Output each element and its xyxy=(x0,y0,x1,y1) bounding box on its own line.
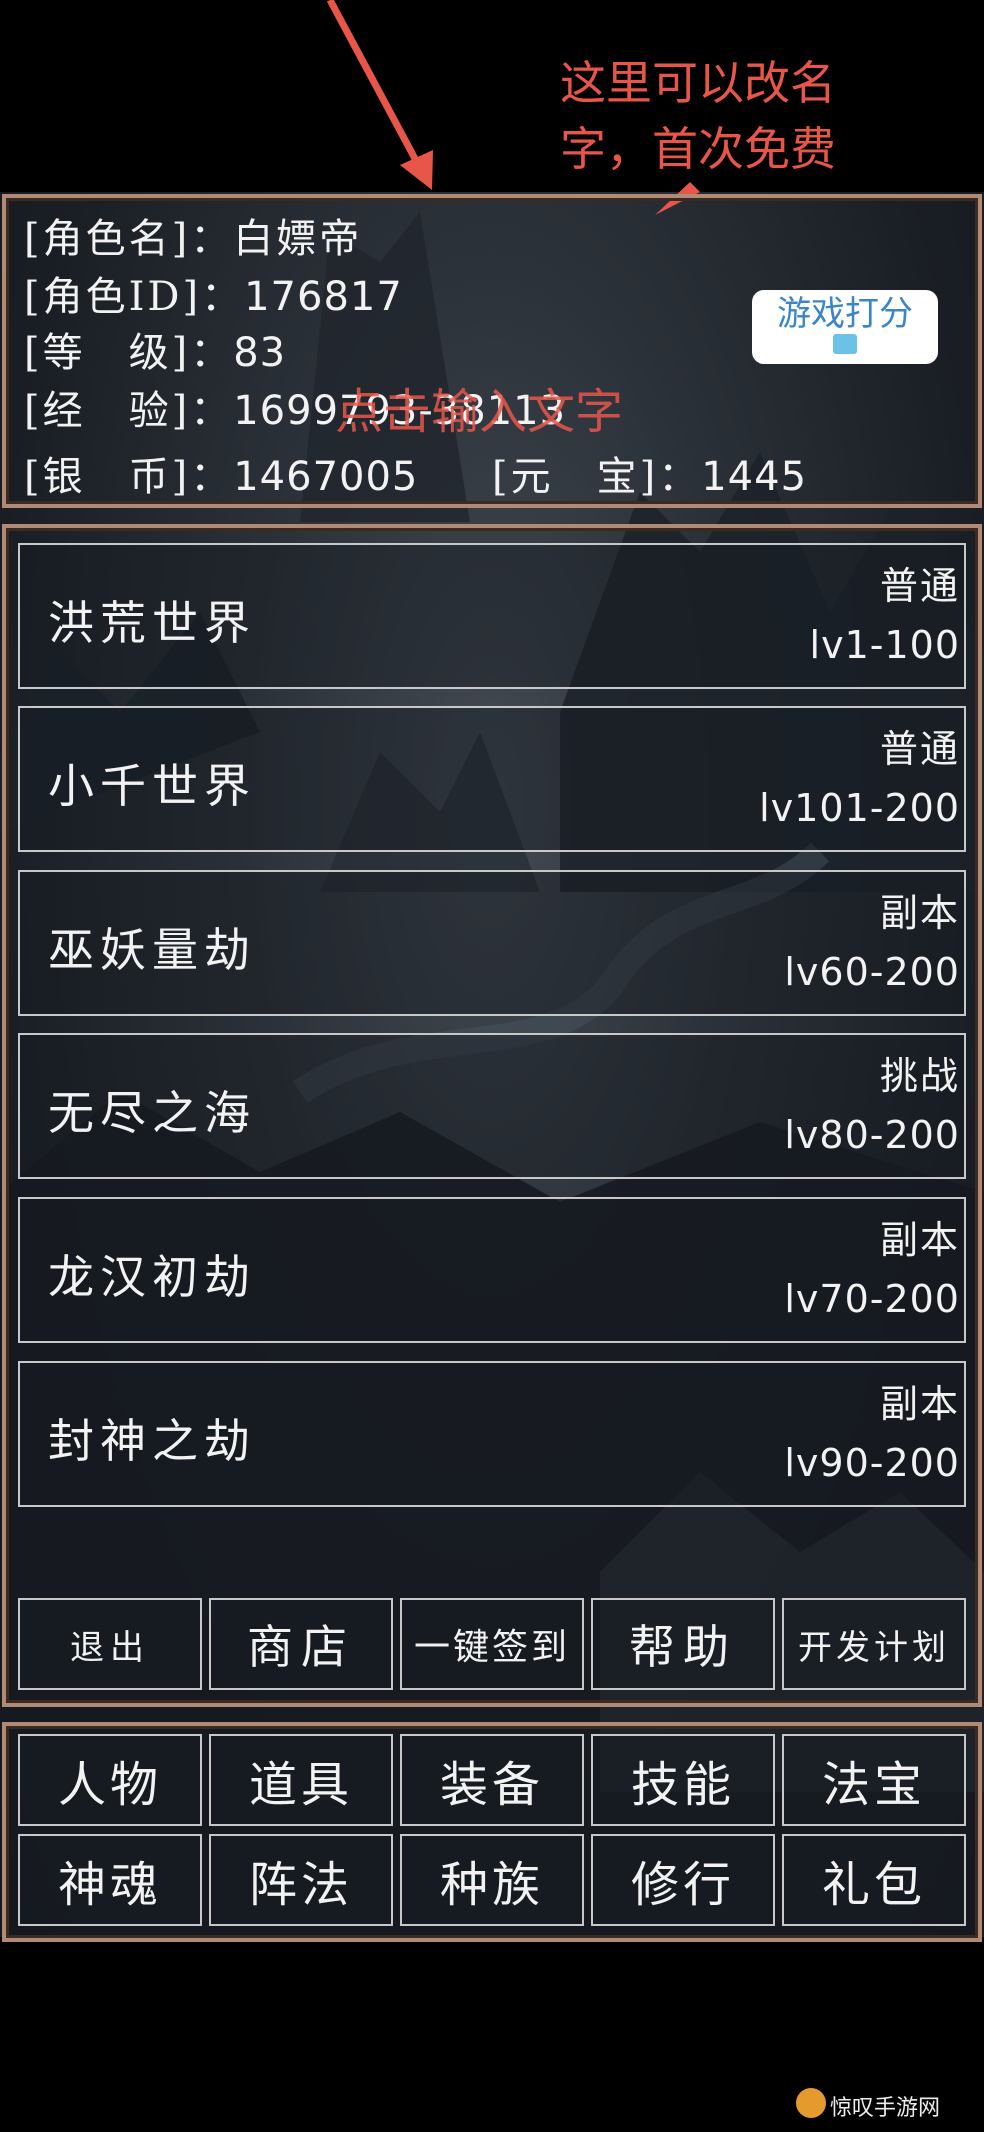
id-label: [角色ID]： xyxy=(24,274,245,320)
world-level-range: lv70-200 xyxy=(784,1277,960,1321)
world-type: 挑战 xyxy=(879,1054,960,1098)
menu-skills[interactable]: 技能 xyxy=(591,1734,775,1826)
world-item-fengshen[interactable]: 封神之劫 副本 lv90-200 xyxy=(18,1361,966,1507)
yuanbao-amount: 1445 xyxy=(701,454,808,500)
menu-gift-pack[interactable]: 礼包 xyxy=(782,1834,966,1926)
world-level-range: lv90-200 xyxy=(784,1441,960,1485)
shop-button[interactable]: 商店 xyxy=(209,1598,393,1690)
world-type: 副本 xyxy=(879,1218,960,1262)
annotation-overlay: 点击输入文字 xyxy=(335,384,624,440)
silver-row: [银 币]：1467005 xyxy=(24,444,418,502)
world-level-range: lv60-200 xyxy=(784,950,960,994)
yuanbao-label: [元 宝]： xyxy=(492,454,702,500)
world-item-wuyao[interactable]: 巫妖量劫 副本 lv60-200 xyxy=(18,870,966,1016)
character-id: 176817 xyxy=(244,274,403,320)
world-name: 无尽之海 xyxy=(48,1086,256,1140)
character-name[interactable]: 白嫖帝 xyxy=(233,216,362,262)
world-name: 小千世界 xyxy=(48,759,256,813)
help-button[interactable]: 帮助 xyxy=(591,1598,775,1690)
world-type: 普通 xyxy=(879,727,960,771)
dev-plan-button[interactable]: 开发计划 xyxy=(782,1598,966,1690)
exp-label: [经 验]： xyxy=(24,388,234,434)
world-type: 副本 xyxy=(879,891,960,935)
checkin-button[interactable]: 一键签到 xyxy=(400,1598,584,1690)
silver-amount: 1467005 xyxy=(233,454,419,500)
exit-button[interactable]: 退出 xyxy=(18,1598,202,1690)
world-level-range: lv80-200 xyxy=(784,1113,960,1157)
yuanbao-row: [元 宝]：1445 xyxy=(492,444,807,502)
world-level-range: lv1-100 xyxy=(809,623,960,667)
menu-equipment[interactable]: 装备 xyxy=(400,1734,584,1826)
level-row: [等 级]：83 xyxy=(24,320,286,378)
world-type: 普通 xyxy=(879,564,960,608)
level-label: [等 级]： xyxy=(24,330,234,376)
rate-game-button[interactable]: 游戏打分 xyxy=(752,290,938,364)
watermark-text: 惊叹手游网 xyxy=(830,2096,941,2121)
world-name: 龙汉初劫 xyxy=(48,1250,256,1304)
character-level: 83 xyxy=(233,330,287,376)
annotation-note: 这里可以改名字，首次免费 xyxy=(560,56,836,176)
menu-character[interactable]: 人物 xyxy=(18,1734,202,1826)
menu-formation[interactable]: 阵法 xyxy=(209,1834,393,1926)
name-label: [角色名]： xyxy=(24,216,234,262)
world-item-honghuang[interactable]: 洪荒世界 普通 lv1-100 xyxy=(18,543,966,689)
menu-soul[interactable]: 神魂 xyxy=(18,1834,202,1926)
watermark-logo-icon xyxy=(796,2088,826,2118)
menu-items[interactable]: 道具 xyxy=(209,1734,393,1826)
world-item-longhan[interactable]: 龙汉初劫 副本 lv70-200 xyxy=(18,1197,966,1343)
world-level-range: lv101-200 xyxy=(759,786,960,830)
world-name: 封神之劫 xyxy=(48,1414,256,1468)
world-name: 巫妖量劫 xyxy=(48,923,256,977)
world-item-xiaoqian[interactable]: 小千世界 普通 lv101-200 xyxy=(18,706,966,852)
rate-game-label: 游戏打分 xyxy=(777,294,913,334)
id-row: [角色ID]：176817 xyxy=(24,264,403,322)
world-name: 洪荒世界 xyxy=(48,596,256,650)
world-type: 副本 xyxy=(879,1382,960,1426)
world-item-wujin[interactable]: 无尽之海 挑战 lv80-200 xyxy=(18,1033,966,1179)
name-row[interactable]: [角色名]：白嫖帝 xyxy=(24,206,362,264)
silver-label: [银 币]： xyxy=(24,454,234,500)
gift-icon xyxy=(833,334,857,354)
menu-treasure[interactable]: 法宝 xyxy=(782,1734,966,1826)
menu-race[interactable]: 种族 xyxy=(400,1834,584,1926)
menu-cultivation[interactable]: 修行 xyxy=(591,1834,775,1926)
